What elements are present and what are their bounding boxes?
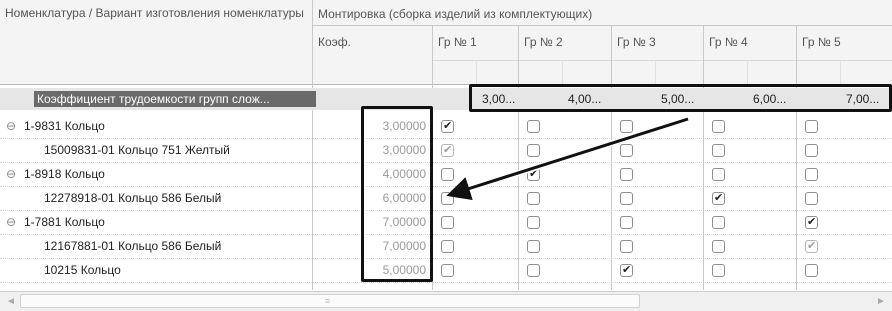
annotation-arrow <box>446 116 689 200</box>
